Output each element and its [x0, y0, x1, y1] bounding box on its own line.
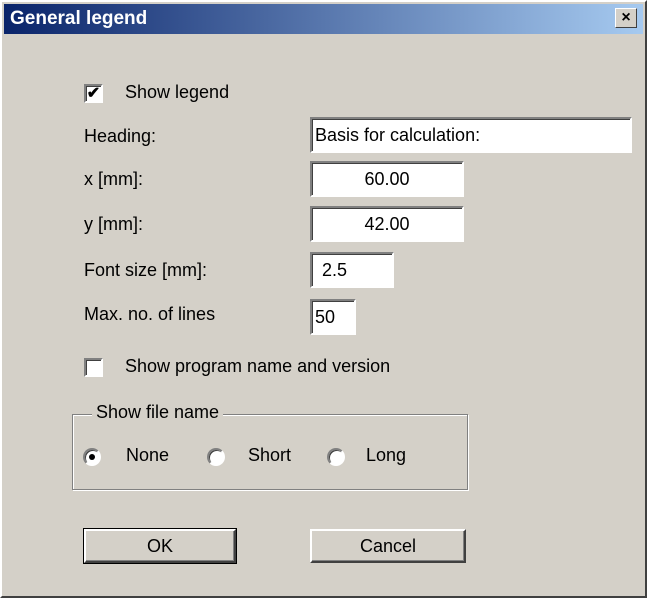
radio-none[interactable]	[83, 448, 101, 466]
cancel-button-label: Cancel	[359, 535, 417, 556]
show-legend-label[interactable]: Show legend	[125, 82, 229, 103]
radio-long-label[interactable]: Long	[366, 445, 406, 466]
checkmark-icon: ✔	[86, 84, 101, 102]
y-mm-label: y [mm]:	[84, 214, 143, 234]
file-name-group-title: Show file name	[92, 402, 224, 423]
show-legend-checkbox[interactable]: ✔	[84, 84, 103, 103]
radio-short[interactable]	[207, 448, 225, 466]
max-lines-input[interactable]	[310, 299, 356, 335]
close-button[interactable]: ×	[615, 8, 637, 28]
show-program-label[interactable]: Show program name and version	[125, 356, 390, 377]
close-icon: ×	[621, 9, 631, 26]
y-mm-input[interactable]	[310, 206, 464, 242]
radio-dot-icon	[89, 454, 95, 460]
cancel-button[interactable]: Cancel	[310, 529, 466, 563]
radio-long[interactable]	[327, 448, 345, 466]
dialog-title: General legend	[10, 8, 148, 29]
heading-label: Heading:	[84, 126, 157, 146]
ok-button[interactable]: OK	[83, 528, 237, 564]
x-mm-label: x [mm]:	[84, 169, 143, 189]
general-legend-dialog: General legend × ✔ Show legend Heading: …	[0, 0, 647, 598]
title-bar[interactable]: General legend ×	[4, 4, 643, 34]
radio-short-label[interactable]: Short	[248, 445, 291, 466]
ok-button-label: OK	[146, 535, 173, 556]
font-size-label: Font size [mm]:	[84, 260, 208, 280]
x-mm-input[interactable]	[310, 161, 464, 197]
show-program-checkbox[interactable]	[84, 358, 103, 377]
max-lines-label: Max. no. of lines	[84, 304, 216, 324]
font-size-input[interactable]	[310, 252, 394, 288]
heading-input[interactable]	[310, 117, 632, 153]
radio-none-label[interactable]: None	[126, 445, 169, 466]
